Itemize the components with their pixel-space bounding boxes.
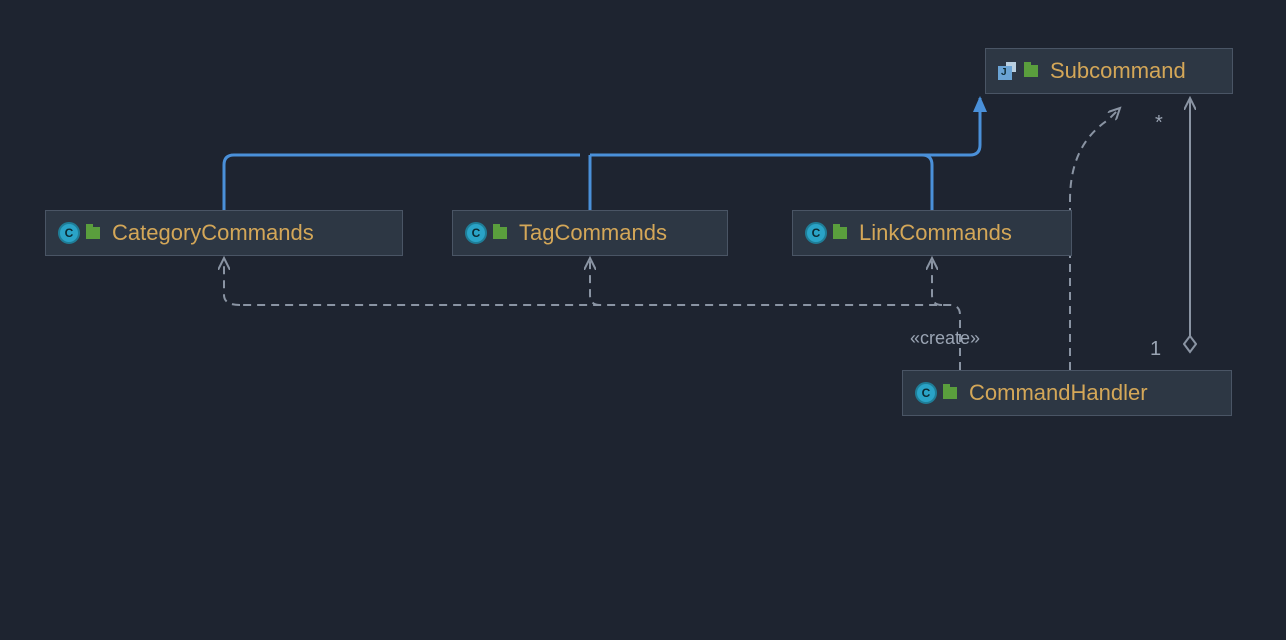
package-icon (493, 227, 507, 239)
class-icon: C (58, 222, 80, 244)
package-icon (833, 227, 847, 239)
node-label: CommandHandler (969, 380, 1148, 406)
package-icon (943, 387, 957, 399)
node-command-handler[interactable]: C CommandHandler (902, 370, 1232, 416)
node-tag-commands[interactable]: C TagCommands (452, 210, 728, 256)
multiplicity-many: * (1155, 112, 1163, 135)
handler-create-tag (590, 258, 600, 305)
handler-dep-sub (1070, 108, 1120, 370)
node-label: LinkCommands (859, 220, 1012, 246)
multiplicity-one: 1 (1150, 338, 1161, 361)
stereotype-create: «create» (910, 328, 980, 349)
handler-create-cat (224, 258, 240, 305)
realizes-merge (590, 112, 980, 155)
diagram-edges (0, 0, 1286, 640)
class-icon: C (465, 222, 487, 244)
node-link-commands[interactable]: C LinkCommands (792, 210, 1072, 256)
cat-realizes-sub (224, 155, 580, 210)
node-label: TagCommands (519, 220, 667, 246)
node-category-commands[interactable]: C CategoryCommands (45, 210, 403, 256)
node-label: Subcommand (1050, 58, 1186, 84)
package-icon (1024, 65, 1038, 77)
class-icon: C (915, 382, 937, 404)
java-file-icon: J (998, 62, 1018, 80)
class-icon: C (805, 222, 827, 244)
package-icon (86, 227, 100, 239)
handler-create-link (932, 258, 942, 305)
node-subcommand[interactable]: J Subcommand (985, 48, 1233, 94)
node-label: CategoryCommands (112, 220, 314, 246)
handler-create-stem (240, 305, 960, 370)
link-realizes-sub (600, 155, 932, 210)
uml-diagram-canvas: J Subcommand C CategoryCommands C TagCom… (0, 0, 1286, 640)
